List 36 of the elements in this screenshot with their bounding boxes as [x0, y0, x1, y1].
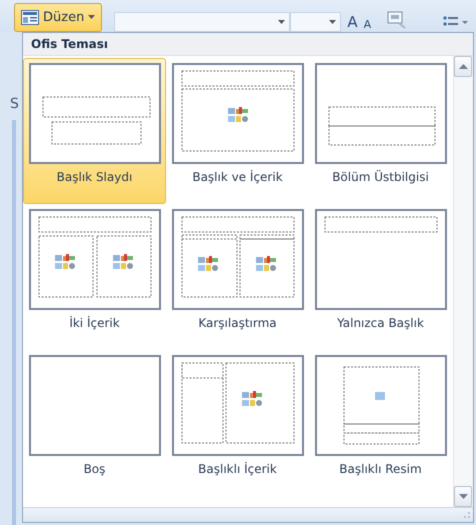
- caret-icon: [278, 20, 286, 24]
- slide-layout-icon: [172, 209, 304, 310]
- up-arrow-icon: [458, 64, 468, 69]
- slide-layout-icon: [28, 355, 160, 456]
- slide-layout-icon: [172, 63, 304, 164]
- font-size-field[interactable]: [290, 12, 342, 32]
- layout-button[interactable]: Düzen: [14, 2, 102, 32]
- shrink-font-button[interactable]: A: [364, 18, 372, 30]
- grow-font-button[interactable]: A: [347, 13, 358, 31]
- slide-layout-icon: [172, 355, 304, 456]
- caret-icon: [88, 15, 96, 19]
- layout-icon: [21, 10, 39, 24]
- layout-option[interactable]: Boş: [23, 350, 166, 496]
- resize-grip-icon[interactable]: [464, 512, 470, 518]
- slide-layout-icon: [314, 63, 446, 164]
- down-arrow-icon: [458, 494, 468, 499]
- slide-layout-icon: [28, 63, 160, 164]
- layout-option[interactable]: İki İçerik: [23, 204, 166, 350]
- layout-option[interactable]: Başlıklı Resim: [309, 350, 452, 496]
- layout-option[interactable]: Başlık ve İçerik: [166, 58, 309, 204]
- scroll-up-button[interactable]: [454, 56, 472, 77]
- slide-layout-icon: [314, 209, 446, 310]
- clear-formatting-icon[interactable]: [387, 11, 408, 29]
- layout-option[interactable]: Yalnızca Başlık: [309, 204, 452, 350]
- gallery-heading: Ofis Teması: [31, 37, 108, 51]
- scroll-down-button[interactable]: [454, 486, 472, 507]
- ribbon-label: S: [9, 96, 20, 112]
- caret-icon: [329, 20, 336, 24]
- layout-option[interactable]: Başlık Slaydı: [23, 58, 166, 204]
- font-name-field[interactable]: [114, 12, 290, 32]
- layout-option[interactable]: Karşılaştırma: [166, 204, 309, 350]
- slide-layout-icon: [28, 209, 160, 310]
- bullet-list-icon[interactable]: [443, 16, 470, 28]
- slide-layout-icon: [314, 355, 446, 456]
- layout-option[interactable]: Bölüm Üstbilgisi: [309, 58, 452, 204]
- layout-option[interactable]: Başlıklı İçerik: [166, 350, 309, 496]
